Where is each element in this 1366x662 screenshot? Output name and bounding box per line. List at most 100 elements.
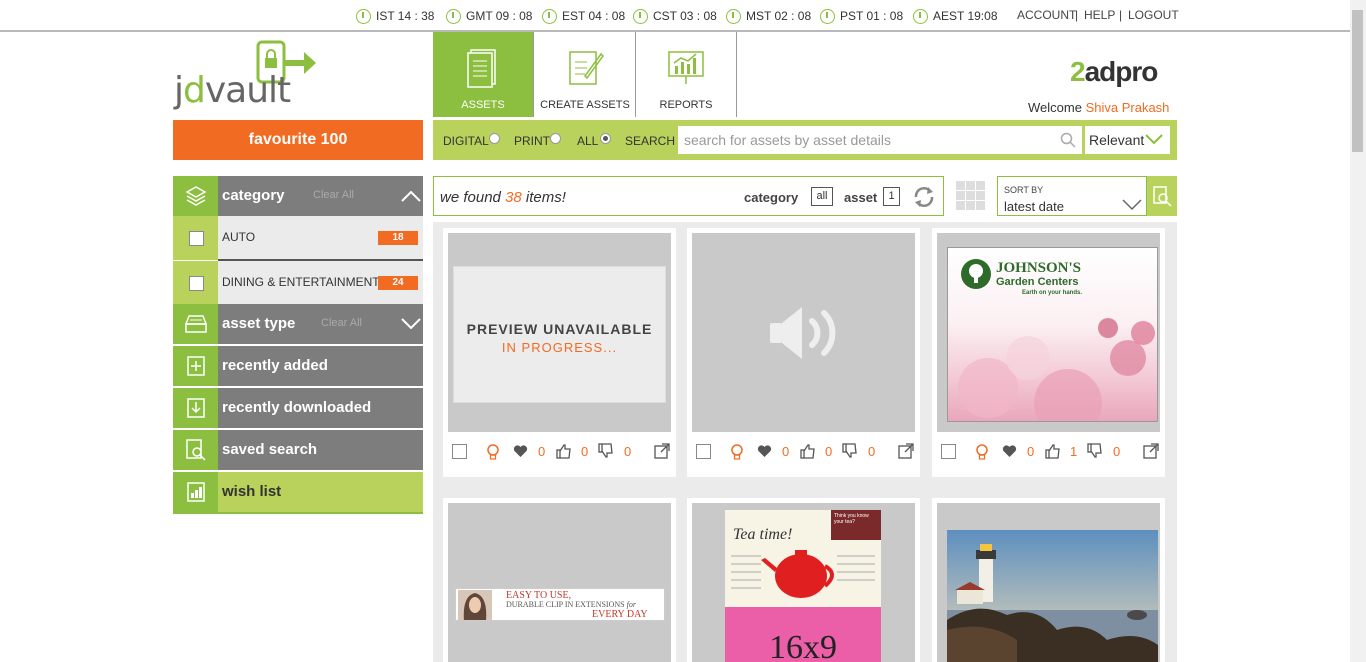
saved-search-item[interactable]: saved search xyxy=(173,430,423,470)
asset-card[interactable] xyxy=(932,498,1165,662)
sort-label: SORT BY xyxy=(1004,185,1044,195)
lightbulb-icon[interactable] xyxy=(975,443,989,461)
document-icon xyxy=(467,49,496,88)
tab-reports[interactable]: REPORTS xyxy=(636,32,737,117)
clock-icon xyxy=(913,8,928,24)
category-item-dining[interactable]: DINING & ENTERTAINMENT 24 xyxy=(173,261,423,305)
lightbulb-icon[interactable] xyxy=(486,443,500,461)
logout-link[interactable]: LOGOUT xyxy=(1128,8,1179,22)
saved-search-icon xyxy=(173,430,218,470)
tab-reports-label: REPORTS xyxy=(659,99,713,111)
chevron-down-icon[interactable] xyxy=(401,318,421,330)
asset-card[interactable]: JOHNSON'S Garden Centers Earth on your h… xyxy=(932,228,1165,477)
preview-placeholder: PREVIEW UNAVAILABLE IN PROGRESS... xyxy=(453,266,666,403)
asset-card[interactable]: 0 0 0 xyxy=(687,228,920,477)
asset-thumbnail[interactable] xyxy=(692,233,915,432)
account-link[interactable]: ACCOUNT xyxy=(1017,8,1076,22)
thumbs-up-count: 1 xyxy=(1070,444,1078,459)
filter-print-label[interactable]: PRINT xyxy=(514,134,550,148)
like-count: 0 xyxy=(782,444,790,459)
heart-icon[interactable] xyxy=(513,445,528,458)
recently-downloaded-item[interactable]: recently downloaded xyxy=(173,388,423,428)
thumbs-up-icon[interactable] xyxy=(1045,443,1061,459)
clock-cst: CST 03 : 08 xyxy=(633,7,717,25)
grid-view-icon[interactable] xyxy=(956,181,986,211)
tab-assets[interactable]: ASSETS xyxy=(433,32,534,117)
download-icon xyxy=(173,388,218,428)
refresh-icon[interactable] xyxy=(912,185,936,209)
asset-thumbnail[interactable]: EASY TO USE, DURABLE CLIP IN EXTENSIONS … xyxy=(448,503,671,662)
asset-actions: 0 0 0 xyxy=(448,440,671,464)
count-badge: 24 xyxy=(378,276,418,290)
asset-actions: 0 0 0 xyxy=(692,440,915,464)
open-external-icon[interactable] xyxy=(898,443,914,459)
open-external-icon[interactable] xyxy=(654,443,670,459)
filter-digital-label[interactable]: DIGITAL xyxy=(443,134,489,148)
divider xyxy=(173,512,423,514)
asset-thumbnail[interactable]: PREVIEW UNAVAILABLE IN PROGRESS... xyxy=(448,233,671,432)
category-checkbox[interactable] xyxy=(189,231,204,246)
separator: | xyxy=(1075,8,1079,22)
johnsons-brand-sub: Garden Centers xyxy=(996,276,1079,288)
clock-aest: AEST 19:08 xyxy=(913,7,998,25)
top-bar: IST 14 : 38 GMT 09 : 08 EST 04 : 08 CST … xyxy=(0,0,1350,32)
asset-filter-value[interactable]: 1 xyxy=(883,187,900,206)
banner-line-2: DURABLE CLIP IN EXTENSIONS xyxy=(506,600,625,609)
recently-added-item[interactable]: recently added xyxy=(173,346,423,386)
filter-print-radio[interactable] xyxy=(550,133,561,144)
asset-thumbnail[interactable]: Tea time! Think you know your tea? 16x9 xyxy=(692,503,915,662)
jdvault-logo[interactable]: jdvault xyxy=(174,40,334,111)
filter-all-radio[interactable] xyxy=(600,133,611,144)
asset-checkbox[interactable] xyxy=(941,444,956,459)
thumbs-down-icon[interactable] xyxy=(1087,443,1103,459)
scrollbar-thumb[interactable] xyxy=(1352,10,1363,152)
chart-icon xyxy=(668,51,704,84)
sort-select[interactable]: SORT BY latest date xyxy=(997,176,1147,216)
welcome-text: Welcome Shiva Prakash xyxy=(1028,100,1170,115)
search-input[interactable] xyxy=(678,126,1082,154)
thumbs-up-icon[interactable] xyxy=(800,443,816,459)
clock-pst: PST 01 : 08 xyxy=(820,7,903,25)
thumbs-down-icon[interactable] xyxy=(598,443,614,459)
heart-icon[interactable] xyxy=(757,445,772,458)
category-checkbox[interactable] xyxy=(189,276,204,291)
category-header[interactable]: category Clear All xyxy=(173,176,423,216)
category-filter-value[interactable]: all xyxy=(811,187,833,206)
asset-type-clear-all[interactable]: Clear All xyxy=(321,317,362,329)
favourite-button[interactable]: favourite 100 xyxy=(173,120,423,160)
tab-create-assets[interactable]: CREATE ASSETS xyxy=(535,32,636,117)
asset-type-header[interactable]: asset type Clear All xyxy=(173,304,423,344)
asset-card[interactable]: PREVIEW UNAVAILABLE IN PROGRESS... 0 0 0 xyxy=(443,228,676,477)
category-filter-label: category xyxy=(744,190,799,205)
asset-checkbox[interactable] xyxy=(696,444,711,459)
lightbulb-icon[interactable] xyxy=(730,443,744,461)
clock-icon xyxy=(542,8,557,24)
category-clear-all[interactable]: Clear All xyxy=(313,189,354,201)
thumbs-down-count: 0 xyxy=(868,444,876,459)
asset-thumbnail[interactable] xyxy=(937,503,1160,662)
chevron-up-icon[interactable] xyxy=(401,190,421,202)
heart-icon[interactable] xyxy=(1002,445,1017,458)
sort-search-button[interactable] xyxy=(1147,176,1177,216)
plus-doc-icon xyxy=(173,346,218,386)
user-name[interactable]: Shiva Prakash xyxy=(1086,100,1170,115)
asset-thumbnail[interactable]: JOHNSON'S Garden Centers Earth on your h… xyxy=(937,233,1160,432)
open-external-icon[interactable] xyxy=(1143,443,1159,459)
category-item-auto[interactable]: AUTO 18 xyxy=(173,216,423,260)
logo-j: j xyxy=(174,70,184,111)
clock-est: EST 04 : 08 xyxy=(542,7,625,25)
asset-card[interactable]: Tea time! Think you know your tea? 16x9 xyxy=(687,498,920,662)
relevance-select[interactable]: Relevant xyxy=(1085,126,1170,154)
tea-time-ad-image: Tea time! Think you know your tea? 16x9 xyxy=(725,510,881,662)
asset-checkbox[interactable] xyxy=(452,444,467,459)
wish-list-item[interactable]: wish list xyxy=(173,472,423,512)
filter-digital-radio[interactable] xyxy=(489,133,500,144)
search-icon[interactable] xyxy=(1060,132,1076,148)
thumbs-down-icon[interactable] xyxy=(842,443,858,459)
asset-card[interactable]: EASY TO USE, DURABLE CLIP IN EXTENSIONS … xyxy=(443,498,676,662)
layers-icon xyxy=(173,176,218,216)
thumbs-up-icon[interactable] xyxy=(556,443,572,459)
thumbs-down-count: 0 xyxy=(624,444,632,459)
filter-all-label[interactable]: ALL xyxy=(577,134,598,148)
help-link[interactable]: HELP xyxy=(1084,8,1115,22)
